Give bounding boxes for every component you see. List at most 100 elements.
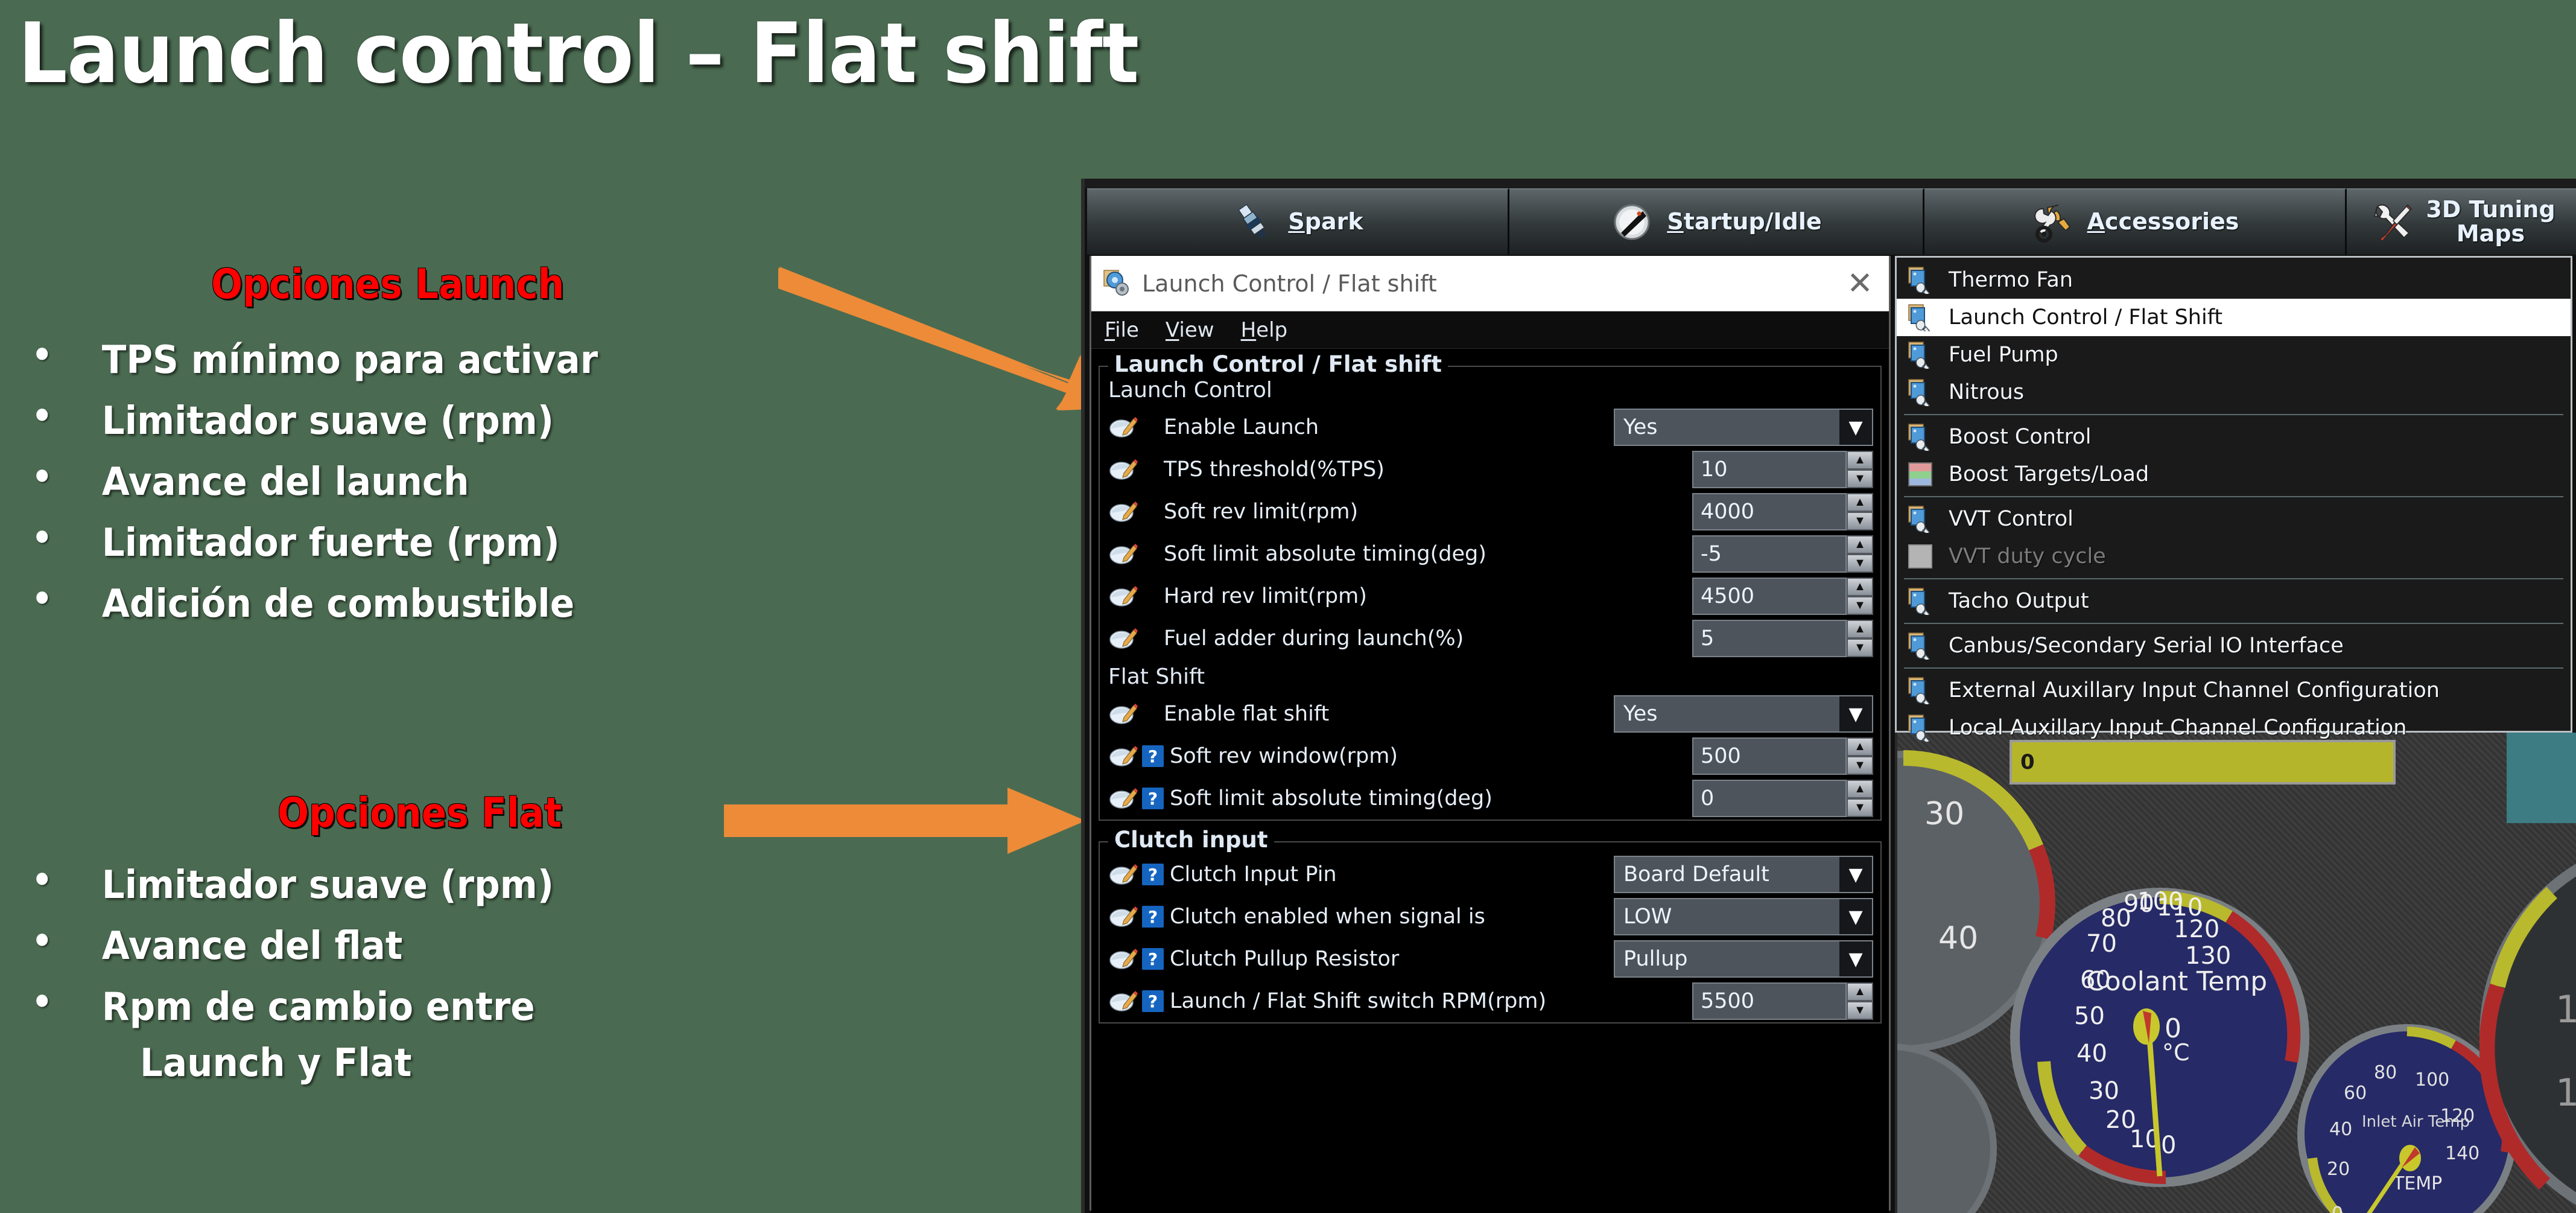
field-label: TPS threshold(%TPS) <box>1164 457 1385 482</box>
spinner-value[interactable]: -5 <box>1692 535 1847 573</box>
help-icon[interactable]: ? <box>1142 745 1164 767</box>
coolant-gauge-unit: °C <box>2162 1039 2190 1066</box>
spinner-soft-rev-window[interactable]: 500 ▲ ▼ <box>1692 737 1873 775</box>
menu-item-external-auxillary-input[interactable]: External Auxillary Input Channel Configu… <box>1897 672 2571 709</box>
spinner-up-icon[interactable]: ▲ <box>1847 982 1873 1001</box>
spinner-down-icon[interactable]: ▼ <box>1847 638 1873 657</box>
iat-gauge-name: Inlet Air Temp <box>2362 1113 2470 1131</box>
tuning-pencil-icon <box>1108 947 1138 971</box>
spinner-buttons: ▲ ▼ <box>1847 780 1873 817</box>
help-icon[interactable]: ? <box>1142 864 1164 885</box>
heatmap-icon <box>1906 460 1934 488</box>
spinner-soft-limit-absolute-timing[interactable]: -5 ▲ ▼ <box>1692 535 1873 573</box>
field-clutch-pullup-resistor: ? Clutch Pullup Resistor Pullup ▼ <box>1100 938 1880 980</box>
tab-3d-tuning-maps[interactable]: 3D Tuning Maps <box>2347 188 2576 255</box>
menu-item-boost-targets-load[interactable]: Boost Targets/Load <box>1897 456 2571 493</box>
iat-tick-0: 0 <box>2332 1203 2343 1213</box>
menu-item-fuel-pump[interactable]: Fuel Pump <box>1897 336 2571 374</box>
menu-view[interactable]: View <box>1166 318 1214 342</box>
spinner-launch-flat-shift-switch-rpm[interactable]: 5500 ▲ ▼ <box>1692 982 1873 1020</box>
help-icon[interactable]: ? <box>1142 990 1164 1012</box>
spinner-buttons: ▲ ▼ <box>1847 493 1873 530</box>
spinner-fuel-adder-during-launch[interactable]: 5 ▲ ▼ <box>1692 620 1873 657</box>
tab-startup-idle[interactable]: Startup/Idle <box>1509 188 1924 255</box>
wrench-gear-icon <box>2031 200 2074 244</box>
help-icon[interactable]: ? <box>1142 906 1164 928</box>
coolant-tick-40: 40 <box>2076 1040 2107 1068</box>
combo-clutch-pullup-resistor[interactable]: Pullup ▼ <box>1614 940 1873 978</box>
tuning-pencil-icon <box>1108 500 1138 524</box>
dialog-titlebar: Launch Control / Flat shift ✕ <box>1091 256 1889 311</box>
help-icon[interactable]: ? <box>1142 788 1164 809</box>
spinner-value[interactable]: 10 <box>1692 451 1847 488</box>
spinner-down-icon[interactable]: ▼ <box>1847 798 1873 817</box>
menu-item-tacho-output[interactable]: Tacho Output <box>1897 582 2571 620</box>
spinner-flat-soft-limit-absolute-timing[interactable]: 0 ▲ ▼ <box>1692 780 1873 817</box>
spinner-value[interactable]: 4000 <box>1692 493 1847 530</box>
wrench-blue-icon <box>1906 505 1934 536</box>
spinner-up-icon[interactable]: ▲ <box>1847 780 1873 798</box>
coolant-gauge-name: Coolant Temp <box>2086 966 2267 997</box>
field-soft-limit-absolute-timing: Soft limit absolute timing(deg) -5 ▲ ▼ <box>1100 533 1880 575</box>
spinner-up-icon[interactable]: ▲ <box>1847 451 1873 470</box>
launch-control-subsection-label: Launch Control <box>1108 378 1272 403</box>
combo-clutch-enabled-signal[interactable]: LOW ▼ <box>1614 898 1873 935</box>
spinner-down-icon[interactable]: ▼ <box>1847 596 1873 615</box>
menu-item-vvt-control[interactable]: VVT Control <box>1897 500 2571 538</box>
help-icon[interactable]: ? <box>1142 948 1164 970</box>
spinner-down-icon[interactable]: ▼ <box>1847 554 1873 573</box>
menu-item-label: Canbus/Secondary Serial IO Interface <box>1949 634 2344 658</box>
slide-root: Launch control – Flat shift Opciones Lau… <box>0 0 2576 1213</box>
field-label: Clutch Pullup Resistor <box>1170 947 1400 971</box>
wrench-blue-icon <box>1906 423 1934 454</box>
spinner-up-icon[interactable]: ▲ <box>1847 620 1873 638</box>
spinner-down-icon[interactable]: ▼ <box>1847 1001 1873 1020</box>
menu-help[interactable]: Help <box>1241 318 1288 342</box>
tab-accessories[interactable]: Accessories <box>1924 188 2347 255</box>
spinner-tps-threshold[interactable]: 10 ▲ ▼ <box>1692 451 1873 488</box>
spinner-up-icon[interactable]: ▲ <box>1847 535 1873 554</box>
combo-clutch-input-pin[interactable]: Board Default ▼ <box>1614 856 1873 893</box>
spinner-value[interactable]: 500 <box>1692 737 1847 775</box>
spinner-value[interactable]: 5500 <box>1692 982 1847 1020</box>
right-gauge-tick-17: 17 <box>2555 1071 2576 1115</box>
right-gauge-tick-16: 16 <box>2555 987 2576 1031</box>
menu-file[interactable]: File <box>1105 318 1139 342</box>
spinner-soft-rev-limit[interactable]: 4000 ▲ ▼ <box>1692 493 1873 530</box>
tab-spark[interactable]: Spark <box>1087 188 1509 255</box>
flat-bullet-list: Limitador suave (rpm) Avance del flat Rp… <box>12 859 595 1102</box>
menu-item-thermo-fan[interactable]: Thermo Fan <box>1897 261 2571 299</box>
menu-item-nitrous[interactable]: Nitrous <box>1897 374 2571 411</box>
close-icon[interactable]: ✕ <box>1842 268 1878 299</box>
spinner-value[interactable]: 5 <box>1692 620 1847 657</box>
combo-value: Pullup <box>1623 947 1688 971</box>
menu-item-launch-control-flat-shift[interactable]: Launch Control / Flat Shift <box>1897 299 2571 336</box>
spinner-down-icon[interactable]: ▼ <box>1847 756 1873 775</box>
spinner-value[interactable]: 0 <box>1692 780 1847 817</box>
combo-value: Board Default <box>1623 862 1769 887</box>
clutch-input-groupbox: Clutch input ? Clutch Input Pin Board De… <box>1099 827 1882 1024</box>
accessories-dropdown-menu[interactable]: Thermo Fan Launch Control / Flat Shift F… <box>1895 256 2572 745</box>
spinner-down-icon[interactable]: ▼ <box>1847 470 1873 488</box>
menu-item-canbus-secondary-serial-io[interactable]: Canbus/Secondary Serial IO Interface <box>1897 627 2571 664</box>
spinner-value[interactable]: 4500 <box>1692 578 1847 615</box>
menu-item-local-auxillary-input[interactable]: Local Auxillary Input Channel Configurat… <box>1897 709 2571 747</box>
spinner-down-icon[interactable]: ▼ <box>1847 512 1873 530</box>
menu-item-boost-control[interactable]: Boost Control <box>1897 418 2571 456</box>
wrench-blue-icon <box>1906 677 1934 707</box>
combo-enable-launch[interactable]: Yes ▼ <box>1614 409 1873 446</box>
spinner-hard-rev-limit[interactable]: 4500 ▲ ▼ <box>1692 578 1873 615</box>
combo-enable-flat-shift[interactable]: Yes ▼ <box>1614 695 1873 733</box>
spinner-up-icon[interactable]: ▲ <box>1847 578 1873 596</box>
field-label: Hard rev limit(rpm) <box>1164 584 1367 608</box>
field-soft-rev-window: ? Soft rev window(rpm) 500 ▲ ▼ <box>1100 735 1880 777</box>
launch-control-dialog: Launch Control / Flat shift ✕ File View … <box>1090 256 1891 1213</box>
field-enable-flat-shift: Enable flat shift Yes ▼ <box>1100 693 1880 735</box>
spinner-up-icon[interactable]: ▲ <box>1847 737 1873 756</box>
iat-tick-40: 40 <box>2329 1119 2352 1140</box>
chevron-down-icon: ▼ <box>1839 941 1872 976</box>
coolant-tick-70: 70 <box>2086 930 2117 958</box>
list-item: Limitador fuerte (rpm) <box>12 517 598 565</box>
spinner-up-icon[interactable]: ▲ <box>1847 493 1873 512</box>
spinner-buttons: ▲ ▼ <box>1847 451 1873 488</box>
